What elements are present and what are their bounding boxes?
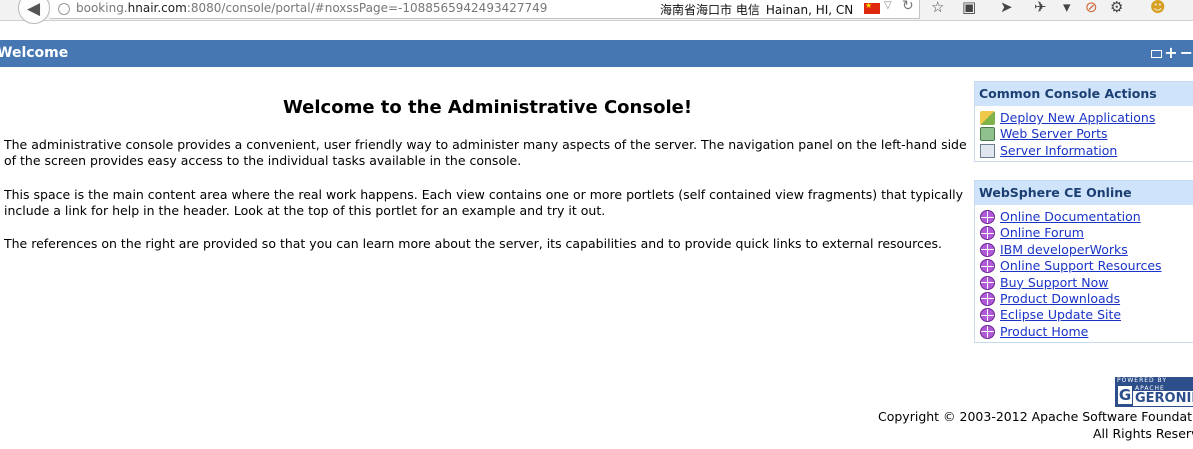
buy-support-now-link[interactable]: Buy Support Now [1000,275,1108,291]
minimize-icon[interactable]: − [1180,44,1193,62]
settings-gear-icon[interactable]: ⚙ [1110,0,1123,16]
server-information-link[interactable]: Server Information [1000,143,1117,159]
globe-icon [980,259,995,274]
list-item: Online Documentation [980,209,1193,225]
server-icon [980,143,995,158]
logo-geronimo: GERONIMO [1133,391,1193,406]
globe-icon [980,308,995,323]
deploy-new-applications-link[interactable]: Deploy New Applications [1000,110,1155,126]
restore-icon[interactable]: + [1164,44,1177,62]
globe-icon [980,324,995,339]
list-item: Buy Support Now [980,275,1193,291]
logo-g: G [1118,386,1132,404]
globe-icon [980,210,995,224]
back-button[interactable]: ◀ [18,0,50,24]
globe-icon [980,275,995,290]
url-prefix: booking. [76,1,128,15]
logo-powered-by: POWERED BY [1117,377,1168,384]
list-item: Server Information [980,143,1193,159]
web-server-ports-link[interactable]: Web Server Ports [1000,126,1107,142]
online-documentation-link[interactable]: Online Documentation [1000,209,1141,225]
extension-icon[interactable]: ☻ [1150,0,1166,16]
deploy-icon [980,111,995,125]
geronimo-logo[interactable]: POWERED BY G APACHE GERONIMO [1115,377,1193,407]
ibm-developerworks-link[interactable]: IBM developerWorks [1000,242,1128,258]
page-title: Welcome to the Administrative Console! [282,97,693,118]
eclipse-update-site-link[interactable]: Eclipse Update Site [1000,307,1121,323]
globe-icon [980,226,995,241]
menu-dropdown-icon[interactable]: ▾ [1063,0,1071,16]
send-icon[interactable]: ➤ [1000,0,1013,16]
china-flag-icon [864,1,880,14]
list-item: Online Forum [980,225,1193,241]
portlet-title: Welcome [0,45,69,61]
list-item: Product Home [980,324,1193,340]
location-en: Hainan, HI, CN [765,3,854,17]
url-dropdown-icon[interactable]: ▽ [884,0,892,11]
firebug-icon[interactable]: ✈ [1034,0,1047,16]
references-paragraph: The references on the right are provided… [4,236,943,251]
reload-icon[interactable]: ↻ [902,0,914,14]
list-item: Online Support Resources [980,258,1193,274]
online-links-list: Online Documentation Online Forum IBM de… [975,205,1193,340]
online-forum-link[interactable]: Online Forum [1000,225,1084,241]
content-area-paragraph: This space is the main content area wher… [4,187,964,218]
url-host: hnair.com [127,1,187,15]
url-text[interactable]: booking.hnair.com:8080/console/portal/#n… [76,1,547,15]
rights-text: All Rights Reserved [1093,426,1193,441]
back-arrow-icon: ◀ [27,0,41,19]
bookmark-star-icon[interactable]: ☆ [931,0,944,16]
product-downloads-link[interactable]: Product Downloads [1000,291,1120,307]
list-item: IBM developerWorks [980,242,1193,258]
bookmarks-icon[interactable]: ▣ [962,0,976,16]
browser-toolbar: ◀ booking.hnair.com:8080/console/portal/… [0,0,1193,24]
maximize-icon[interactable] [1151,49,1163,58]
adblock-icon[interactable]: ⊘ [1085,0,1098,16]
site-identity-icon[interactable] [58,3,70,15]
ip-location: 海南省海口市 电信 Hainan, HI, CN [660,1,853,18]
product-home-link[interactable]: Product Home [1000,324,1088,340]
copyright-text: Copyright © 2003-2012 Apache Software Fo… [878,409,1193,424]
list-item: Eclipse Update Site [980,307,1193,323]
ports-icon [980,127,995,142]
globe-icon [980,242,995,257]
url-rest: :8080/console/portal/#noxssPage=-1088565… [186,1,548,15]
intro-paragraph: The administrative console provides a co… [4,137,967,168]
common-console-actions-box: Common Console Actions Deploy New Applic… [974,81,1193,162]
globe-icon [980,291,995,306]
portlet-controls: + − [1149,43,1193,62]
portlet-header: Welcome + − [0,40,1193,67]
websphere-ce-online-box: WebSphere CE Online Online Documentation… [974,180,1193,343]
common-actions-title: Common Console Actions [975,82,1193,106]
common-actions-list: Deploy New Applications Web Server Ports… [975,106,1193,159]
list-item: Product Downloads [980,291,1193,307]
list-item: Web Server Ports [980,126,1193,142]
websphere-online-title: WebSphere CE Online [975,181,1193,205]
online-support-resources-link[interactable]: Online Support Resources [1000,258,1162,274]
list-item: Deploy New Applications [980,110,1193,126]
location-cn: 海南省海口市 电信 [660,3,760,17]
